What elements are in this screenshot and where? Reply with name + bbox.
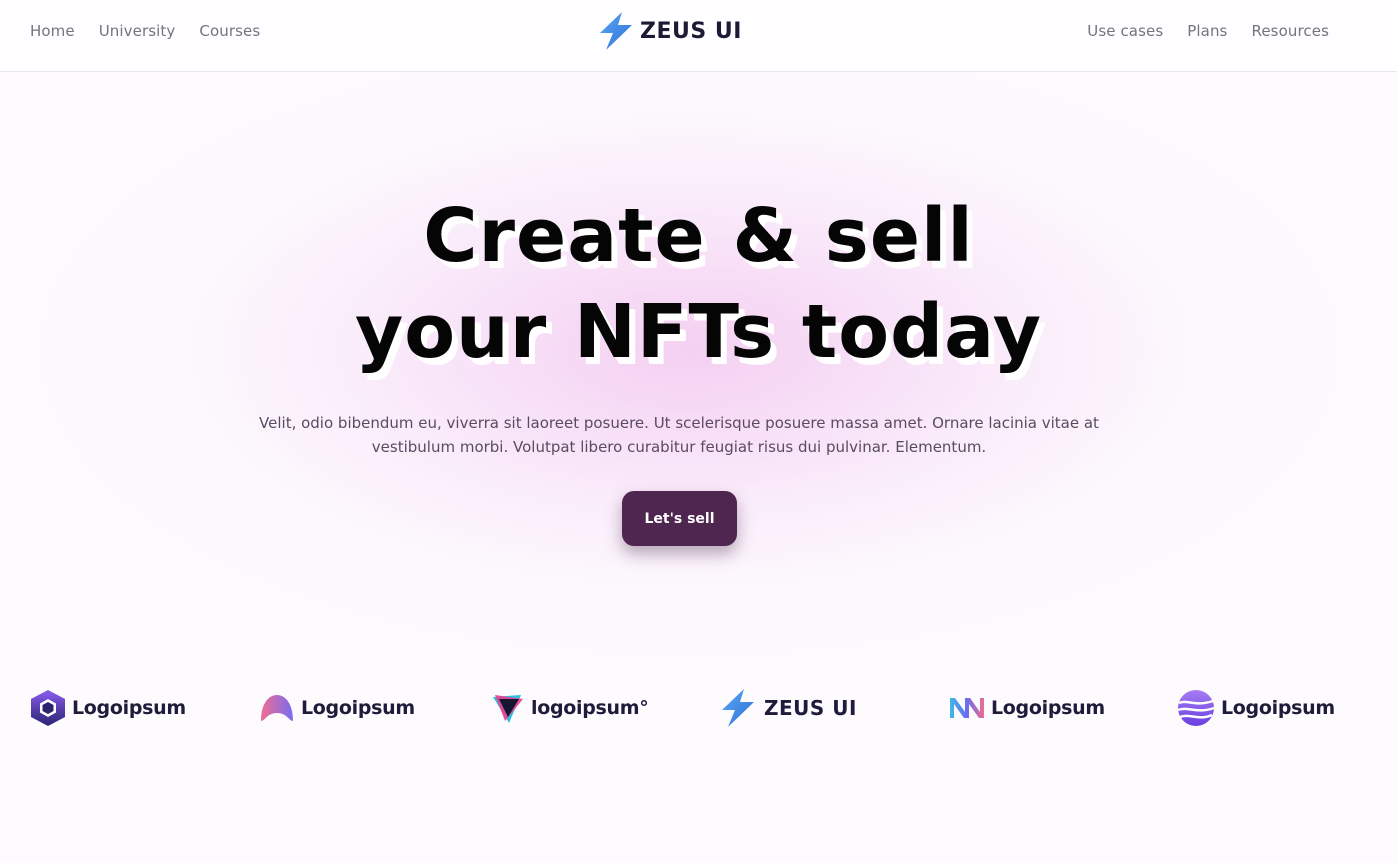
lightning-bolt-icon	[722, 689, 754, 727]
partner-logo-2: Logoipsum	[259, 685, 415, 731]
partner-logo-5-wordmark: Logoipsum	[991, 697, 1105, 719]
hexagon-logo-icon	[31, 690, 65, 726]
nav-link-home[interactable]: Home	[30, 22, 75, 40]
partner-logo-2-wordmark: Logoipsum	[301, 697, 415, 719]
partner-logos-row: Logoipsum Logoipsum logoipsum° ZEUS UI L…	[0, 685, 1397, 731]
partner-logo-3: logoipsum°	[491, 685, 649, 731]
nav-link-resources[interactable]: Resources	[1251, 22, 1329, 40]
partner-logo-6-wordmark: Logoipsum	[1221, 697, 1335, 719]
partner-logo-4: ZEUS UI	[718, 685, 857, 731]
triangle-logo-icon	[493, 695, 523, 723]
hero-title-line2: your NFTs today	[354, 289, 1043, 375]
partner-logo-3-wordmark: logoipsum°	[531, 697, 649, 719]
hero-title-line1: Create & sell	[423, 193, 974, 279]
partner-logo-6: Logoipsum	[1177, 685, 1335, 731]
nav-link-courses[interactable]: Courses	[199, 22, 260, 40]
stripes-logo-icon	[950, 698, 984, 718]
nav-link-use-cases[interactable]: Use cases	[1087, 22, 1163, 40]
waves-sphere-logo-icon	[1177, 690, 1215, 726]
top-navbar: Home University Courses ZEUS UI Use case…	[0, 0, 1397, 72]
nav-link-university[interactable]: University	[99, 22, 176, 40]
hero-title: Create & sell your NFTs today	[0, 188, 1397, 380]
partner-logo-1-wordmark: Logoipsum	[72, 697, 186, 719]
partner-logo-4-wordmark: ZEUS UI	[764, 696, 857, 720]
partner-logo-1: Logoipsum	[30, 685, 186, 731]
nav-link-plans[interactable]: Plans	[1187, 22, 1227, 40]
lightning-bolt-icon	[600, 12, 632, 50]
hero-description: Velit, odio bibendum eu, viverra sit lao…	[259, 414, 1099, 456]
partner-logo-5: Logoipsum	[949, 685, 1105, 731]
nav-left-group: Home University Courses	[30, 22, 260, 40]
brand-logo[interactable]: ZEUS UI	[596, 11, 742, 51]
nav-right-group: Use cases Plans Resources	[1087, 22, 1329, 40]
lets-sell-button[interactable]: Let's sell	[622, 491, 737, 546]
brand-name: ZEUS UI	[640, 18, 742, 44]
arch-logo-icon	[261, 695, 293, 721]
